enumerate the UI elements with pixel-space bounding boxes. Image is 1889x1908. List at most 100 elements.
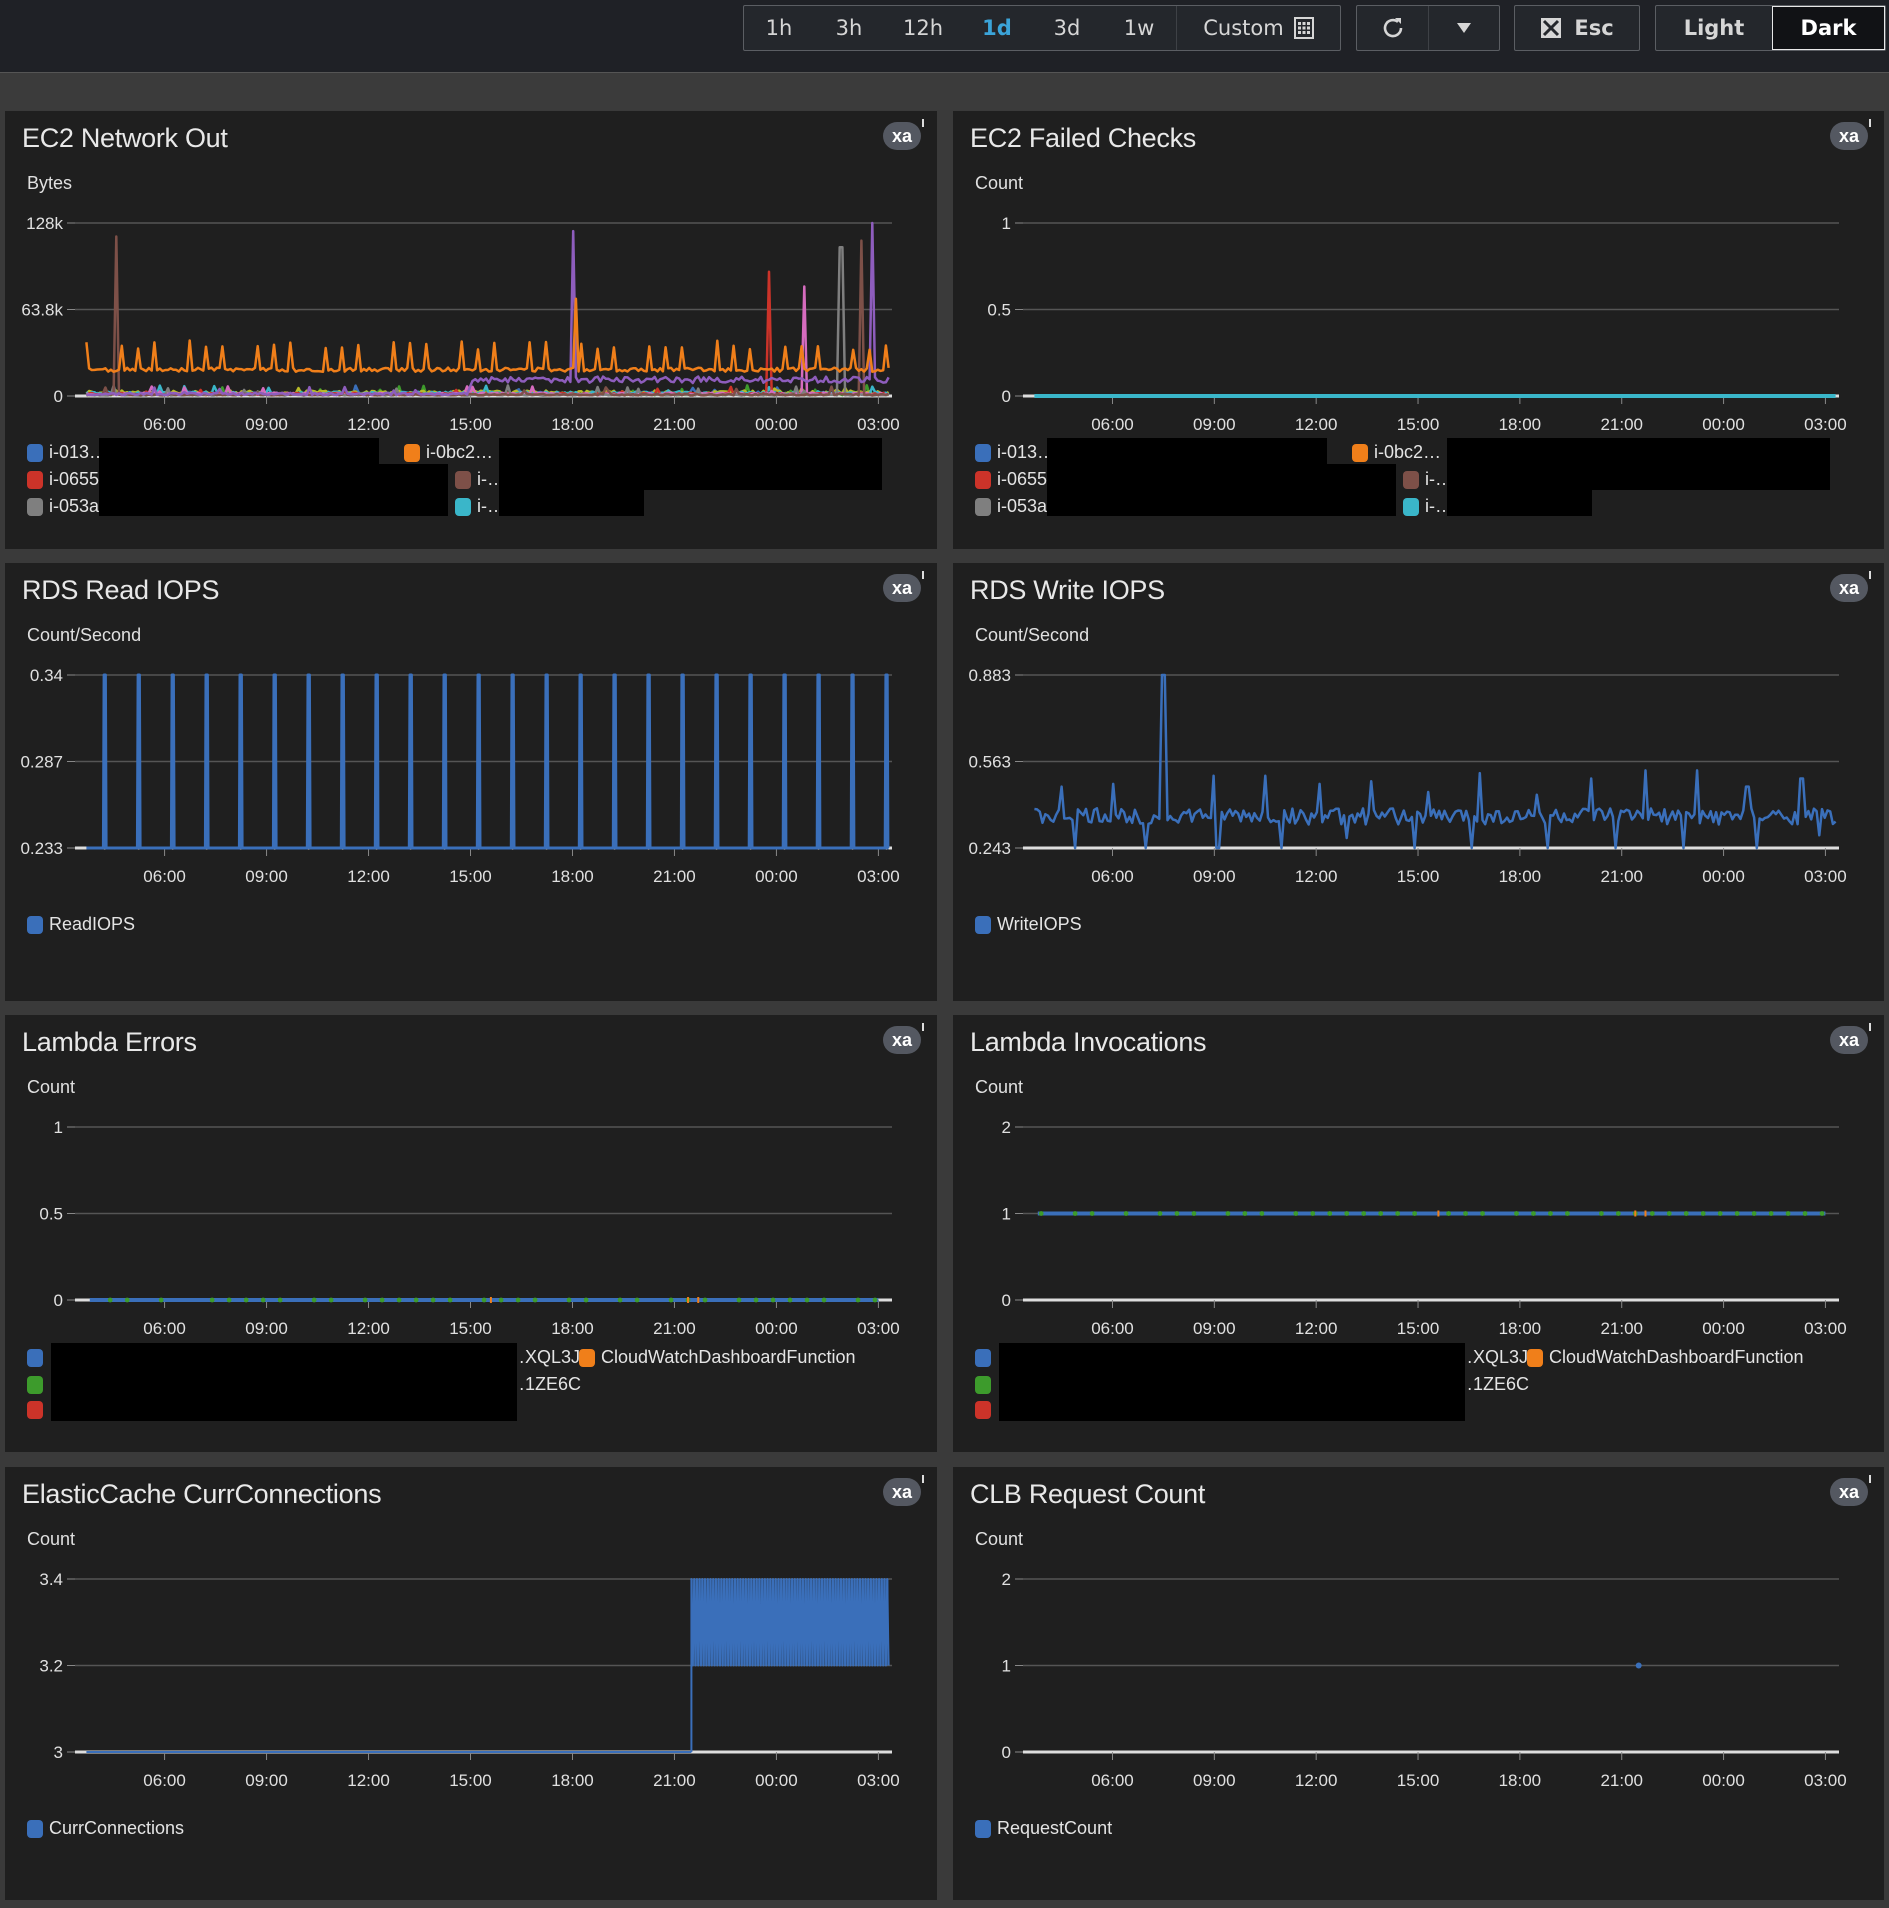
legend-item[interactable]: CurrConnections xyxy=(27,1818,184,1839)
series-point[interactable] xyxy=(1395,1211,1401,1216)
time-range-1w[interactable]: 1w xyxy=(1102,6,1176,50)
series-point[interactable] xyxy=(1565,1211,1570,1216)
series-point[interactable] xyxy=(697,1297,700,1303)
series-point[interactable] xyxy=(1446,1211,1451,1216)
legend-item[interactable]: RequestCount xyxy=(975,1818,1112,1839)
series-point[interactable] xyxy=(1310,1211,1316,1216)
series-point[interactable] xyxy=(1089,1211,1095,1216)
custom-range-button[interactable]: Custom xyxy=(1176,6,1340,50)
series-point[interactable] xyxy=(753,1297,759,1303)
series-point[interactable] xyxy=(1514,1211,1519,1216)
series-point[interactable] xyxy=(1038,1211,1044,1216)
series-point[interactable] xyxy=(1344,1211,1350,1216)
series-point[interactable] xyxy=(532,1297,538,1303)
series-point[interactable] xyxy=(489,1297,492,1303)
legend-item[interactable]: i-0bc2… xyxy=(1352,442,1441,463)
series-point[interactable] xyxy=(328,1297,334,1303)
series-point[interactable] xyxy=(1802,1211,1808,1216)
legend-item[interactable] xyxy=(27,1401,49,1419)
series-point[interactable] xyxy=(634,1297,640,1303)
time-range-1d[interactable]: 1d xyxy=(962,6,1032,50)
series-point[interactable] xyxy=(1174,1211,1180,1216)
time-range-3d[interactable]: 3d xyxy=(1032,6,1102,50)
series-point[interactable] xyxy=(770,1297,776,1303)
series-point[interactable] xyxy=(311,1297,317,1303)
series-point[interactable] xyxy=(1615,1211,1621,1216)
series-point[interactable] xyxy=(1225,1211,1231,1216)
legend-item[interactable] xyxy=(975,1401,997,1419)
series-point[interactable] xyxy=(1123,1211,1129,1216)
series-point[interactable] xyxy=(1649,1211,1655,1216)
series-point[interactable] xyxy=(1378,1211,1384,1216)
series-point[interactable] xyxy=(1463,1211,1468,1216)
series-point[interactable] xyxy=(209,1297,215,1303)
series-point[interactable] xyxy=(379,1297,385,1303)
legend-item[interactable]: CloudWatchDashboardFunction xyxy=(1527,1347,1803,1368)
series-point[interactable] xyxy=(702,1297,708,1303)
series-point[interactable] xyxy=(1700,1211,1706,1216)
series-point[interactable] xyxy=(736,1297,742,1303)
series-point[interactable] xyxy=(872,1297,878,1303)
series-point[interactable] xyxy=(226,1297,232,1303)
series-point[interactable] xyxy=(1598,1211,1604,1216)
series-point[interactable] xyxy=(1480,1211,1485,1216)
series-point[interactable] xyxy=(668,1297,674,1303)
series-point[interactable] xyxy=(481,1297,487,1303)
theme-dark-button[interactable]: Dark xyxy=(1772,6,1885,50)
series-point[interactable] xyxy=(787,1297,793,1303)
series-point[interactable] xyxy=(1437,1210,1440,1217)
series-point[interactable] xyxy=(1666,1211,1672,1216)
series-point[interactable] xyxy=(1634,1210,1637,1217)
series-point[interactable] xyxy=(1751,1211,1757,1216)
time-range-12h[interactable]: 12h xyxy=(884,6,962,50)
legend-item[interactable]: ReadIOPS xyxy=(27,914,135,935)
series-point[interactable] xyxy=(1734,1211,1740,1216)
series-point[interactable] xyxy=(1242,1211,1248,1216)
series-point[interactable] xyxy=(1531,1211,1536,1216)
series-point[interactable] xyxy=(1768,1211,1774,1216)
series-point[interactable] xyxy=(277,1297,283,1303)
series-point[interactable] xyxy=(1644,1210,1647,1217)
series-point[interactable] xyxy=(1157,1211,1163,1216)
series-point[interactable] xyxy=(1072,1211,1078,1216)
series-point[interactable] xyxy=(1361,1211,1367,1216)
series-point[interactable] xyxy=(1293,1211,1299,1216)
series-point[interactable] xyxy=(447,1297,453,1303)
series-point[interactable] xyxy=(243,1297,249,1303)
series-point[interactable] xyxy=(396,1297,402,1303)
series-point[interactable] xyxy=(124,1297,130,1303)
legend-item[interactable]: i-0bc2… xyxy=(404,442,493,463)
series-point[interactable] xyxy=(804,1297,810,1303)
series-point[interactable] xyxy=(687,1297,690,1303)
series-point[interactable] xyxy=(362,1297,368,1303)
exit-fullscreen-button[interactable]: Esc xyxy=(1515,6,1639,50)
series-point[interactable] xyxy=(430,1297,436,1303)
series-point[interactable] xyxy=(855,1297,861,1303)
series-point[interactable] xyxy=(498,1297,504,1303)
series-point[interactable] xyxy=(1412,1211,1418,1216)
series-point[interactable] xyxy=(1785,1211,1791,1216)
series-point[interactable] xyxy=(1717,1211,1723,1216)
series-point[interactable] xyxy=(1819,1211,1825,1216)
series-point[interactable] xyxy=(566,1297,572,1303)
series-line[interactable] xyxy=(85,270,889,397)
refresh-options-dropdown[interactable] xyxy=(1428,6,1499,50)
time-range-1h[interactable]: 1h xyxy=(744,6,814,50)
series-point[interactable] xyxy=(158,1297,164,1303)
series-point[interactable] xyxy=(1548,1211,1553,1216)
series-point[interactable] xyxy=(260,1297,266,1303)
theme-light-button[interactable]: Light xyxy=(1656,6,1772,50)
series-point[interactable] xyxy=(413,1297,419,1303)
series-point[interactable] xyxy=(583,1297,589,1303)
series-point[interactable] xyxy=(1259,1211,1265,1216)
series-point[interactable] xyxy=(1191,1211,1197,1216)
series-point[interactable] xyxy=(1635,1662,1642,1669)
time-range-3h[interactable]: 3h xyxy=(814,6,884,50)
series-point[interactable] xyxy=(1327,1211,1333,1216)
series-point[interactable] xyxy=(617,1297,623,1303)
legend-item[interactable]: CloudWatchDashboardFunction xyxy=(579,1347,855,1368)
series-point[interactable] xyxy=(821,1297,827,1303)
refresh-button[interactable] xyxy=(1357,6,1428,50)
series-point[interactable] xyxy=(1683,1211,1689,1216)
series-point[interactable] xyxy=(515,1297,521,1303)
